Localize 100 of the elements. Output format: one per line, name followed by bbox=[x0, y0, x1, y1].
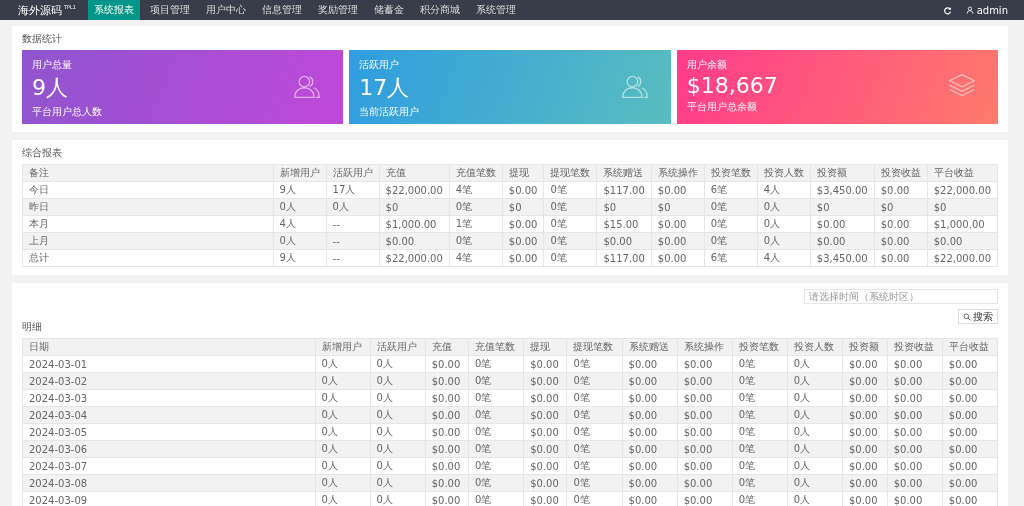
table-cell: $0.00 bbox=[842, 372, 888, 390]
column-header: 充值笔数 bbox=[449, 164, 503, 182]
table-cell: $0.00 bbox=[887, 389, 943, 407]
table-cell: 0笔 bbox=[468, 406, 524, 424]
table-cell: 0笔 bbox=[566, 406, 623, 424]
table-cell: $0 bbox=[596, 198, 652, 216]
table-cell: $0.00 bbox=[842, 406, 888, 424]
card-label: 用户总量 bbox=[32, 58, 72, 72]
table-cell: 昨日 bbox=[22, 198, 274, 216]
column-header: 平台收益 bbox=[927, 164, 998, 182]
column-header: 活跃用户 bbox=[326, 164, 380, 182]
logo: 海外源码 $^{TPL1}$ bbox=[17, 2, 78, 19]
column-header: 日期 bbox=[22, 338, 315, 356]
table-cell: 2024-03-02 bbox=[22, 372, 315, 390]
table-cell: 1笔 bbox=[449, 215, 503, 233]
column-header: 投资额 bbox=[842, 338, 888, 356]
table-cell: $0.00 bbox=[502, 249, 544, 267]
table-cell: 0人 bbox=[370, 372, 426, 390]
table-cell: $0.00 bbox=[942, 474, 998, 492]
nav-tab[interactable]: 用户中心 bbox=[200, 0, 253, 20]
nav-tab[interactable]: 系统管理 bbox=[470, 0, 523, 20]
card-label: 活跃用户 bbox=[359, 58, 400, 72]
table-cell: 0笔 bbox=[543, 215, 597, 233]
column-header: 投资人数 bbox=[757, 164, 811, 182]
table-cell: 0笔 bbox=[704, 232, 758, 250]
table-cell: $0.00 bbox=[523, 372, 567, 390]
nav-tab[interactable]: 项目管理 bbox=[144, 0, 197, 20]
column-header: 提现笔数 bbox=[566, 338, 623, 356]
table-cell: 0笔 bbox=[468, 474, 524, 492]
table-cell: 0人 bbox=[315, 440, 371, 458]
search-icon bbox=[963, 312, 971, 321]
table-cell: 0人 bbox=[370, 423, 426, 441]
table-cell: 0笔 bbox=[468, 389, 524, 407]
table-cell: $3,450.00 bbox=[810, 249, 875, 267]
column-header: 投资笔数 bbox=[704, 164, 758, 182]
table-cell: $0.00 bbox=[651, 232, 705, 250]
table-cell: $0.00 bbox=[887, 474, 943, 492]
table-cell: $0.00 bbox=[677, 457, 733, 475]
table-cell: $0.00 bbox=[523, 389, 567, 407]
table-cell: 0笔 bbox=[732, 389, 788, 407]
table-cell: 0笔 bbox=[468, 457, 524, 475]
table-cell: $0.00 bbox=[942, 423, 998, 441]
table-cell: 0笔 bbox=[468, 440, 524, 458]
table-cell: $0.00 bbox=[651, 249, 705, 267]
table-cell: $0.00 bbox=[887, 440, 943, 458]
table-cell: 0人 bbox=[315, 423, 371, 441]
column-header: 新增用户 bbox=[273, 164, 327, 182]
table-cell: $0.00 bbox=[842, 474, 888, 492]
table-cell: $0.00 bbox=[874, 232, 928, 250]
user-menu[interactable]: admin bbox=[965, 0, 1024, 20]
refresh-icon[interactable] bbox=[942, 5, 952, 15]
table-cell: $0.00 bbox=[622, 440, 678, 458]
column-header: 投资收益 bbox=[887, 338, 943, 356]
table-cell: $0.00 bbox=[622, 457, 678, 475]
table-cell: 0人 bbox=[787, 406, 843, 424]
table-cell: $0 bbox=[651, 198, 705, 216]
table-cell: $0.00 bbox=[927, 232, 998, 250]
table-cell: 上月 bbox=[22, 232, 274, 250]
nav-tab[interactable]: 积分商城 bbox=[414, 0, 467, 20]
table-cell: 2024-03-05 bbox=[22, 423, 315, 441]
table-cell: $0.00 bbox=[523, 355, 567, 373]
table-cell: $0.00 bbox=[425, 457, 469, 475]
table-cell: 0笔 bbox=[543, 198, 597, 216]
table-cell: 0笔 bbox=[732, 474, 788, 492]
nav-tab[interactable]: 信息管理 bbox=[256, 0, 309, 20]
table-cell: 0笔 bbox=[732, 406, 788, 424]
nav-tab[interactable]: 系统报表 bbox=[88, 0, 141, 20]
table-cell: $0.00 bbox=[677, 474, 733, 492]
table-cell: 0人 bbox=[315, 457, 371, 475]
table-cell: -- bbox=[326, 232, 380, 250]
table-cell: $1,000.00 bbox=[379, 215, 450, 233]
nav-tab[interactable]: 储蓄金 bbox=[368, 0, 411, 20]
table-cell: $0.00 bbox=[425, 389, 469, 407]
nav-tab[interactable]: 奖励管理 bbox=[312, 0, 365, 20]
column-header: 提现笔数 bbox=[543, 164, 597, 182]
table-cell: 0人 bbox=[370, 355, 426, 373]
table-cell: $0.00 bbox=[596, 232, 652, 250]
table-cell: 本月 bbox=[22, 215, 274, 233]
table-cell: 2024-03-06 bbox=[22, 440, 315, 458]
table-cell: $0.00 bbox=[622, 474, 678, 492]
table-cell: $0.00 bbox=[810, 232, 875, 250]
date-field[interactable]: 请选择时间（系统时区） bbox=[804, 289, 998, 304]
table-cell: 0人 bbox=[787, 457, 843, 475]
table-cell: 9人 bbox=[273, 249, 327, 267]
table-cell: $0.00 bbox=[622, 372, 678, 390]
table-cell: $1,000.00 bbox=[927, 215, 998, 233]
table-cell: 2024-03-04 bbox=[22, 406, 315, 424]
card-value: $18,667 bbox=[686, 73, 778, 98]
table-cell: $0.00 bbox=[622, 423, 678, 441]
table-cell: $0.00 bbox=[842, 389, 888, 407]
table-cell: 0笔 bbox=[566, 372, 623, 390]
search-button[interactable]: 搜索 bbox=[958, 309, 998, 324]
table-cell: 0笔 bbox=[732, 440, 788, 458]
section-title: 综合报表 bbox=[22, 146, 63, 160]
table-cell: $0 bbox=[874, 198, 928, 216]
table-cell: $0.00 bbox=[523, 474, 567, 492]
table-cell: $0.00 bbox=[502, 232, 544, 250]
table-cell: 9人 bbox=[273, 181, 327, 199]
table-cell: 0人 bbox=[326, 198, 380, 216]
column-header: 备注 bbox=[22, 164, 274, 182]
